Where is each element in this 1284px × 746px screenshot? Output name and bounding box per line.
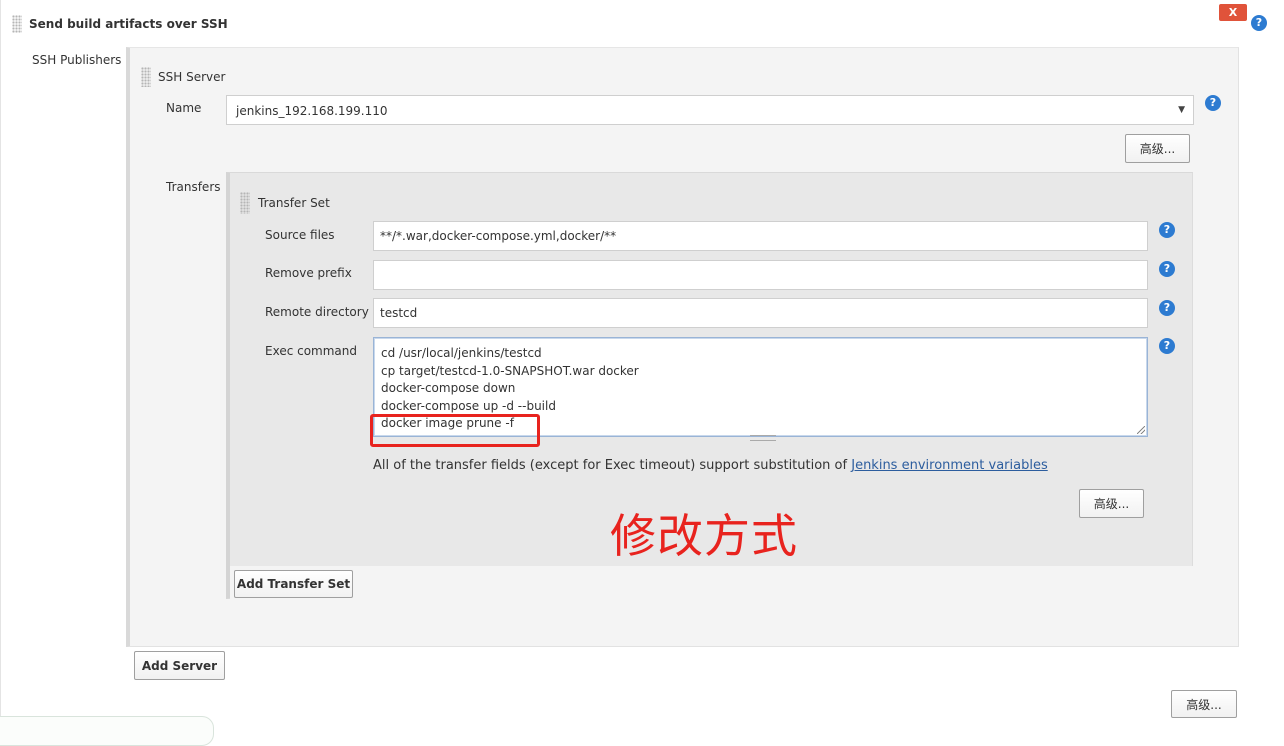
remove-prefix-input[interactable]	[373, 260, 1148, 290]
help-icon[interactable]: ?	[1159, 222, 1175, 238]
annotation-highlight-box	[370, 414, 540, 447]
help-icon[interactable]: ?	[1159, 261, 1175, 277]
server-name-select[interactable]: jenkins_192.168.199.110 ▼	[226, 95, 1194, 125]
drag-handle-icon[interactable]	[12, 15, 22, 33]
close-icon[interactable]: X	[1219, 4, 1247, 21]
server-advanced-button[interactable]: 高级...	[1125, 134, 1190, 163]
bottom-tab	[0, 716, 214, 746]
jenkins-env-vars-link[interactable]: Jenkins environment variables	[851, 458, 1048, 473]
name-label: Name	[166, 101, 202, 115]
exec-command-label: Exec command	[265, 344, 358, 358]
help-icon[interactable]: ?	[1205, 95, 1221, 111]
transfer-set-header: Transfer Set	[258, 196, 330, 210]
server-name-value: jenkins_192.168.199.110	[236, 104, 388, 118]
left-edge-line	[0, 0, 1, 730]
dropdown-arrow-icon: ▼	[1178, 105, 1185, 115]
add-server-button[interactable]: Add Server	[134, 651, 225, 680]
exec-command-line: docker-compose up -d --build	[381, 398, 556, 413]
help-icon[interactable]: ?	[1159, 338, 1175, 354]
remove-prefix-label: Remove prefix	[265, 266, 352, 280]
textarea-drag-handle[interactable]	[750, 435, 776, 441]
exec-command-line: cp target/testcd-1.0-SNAPSHOT.war docker	[381, 363, 639, 378]
add-transfer-set-button[interactable]: Add Transfer Set	[234, 570, 353, 598]
remote-directory-input[interactable]: testcd	[373, 298, 1148, 328]
help-icon[interactable]: ?	[1159, 300, 1175, 316]
footer-advanced-button[interactable]: 高级...	[1171, 690, 1237, 718]
source-files-input[interactable]: **/*.war,docker-compose.yml,docker/**	[373, 221, 1148, 251]
transfer-advanced-button[interactable]: 高级...	[1079, 489, 1144, 518]
exec-command-line: cd /usr/local/jenkins/testcd	[381, 346, 542, 360]
help-icon[interactable]: ?	[1251, 15, 1267, 31]
transfers-label: Transfers	[166, 180, 221, 194]
ssh-publishers-label: SSH Publishers	[32, 53, 122, 67]
substitution-hint: All of the transfer fields (except for E…	[373, 458, 1048, 473]
substitution-hint-text: All of the transfer fields (except for E…	[373, 458, 852, 473]
drag-handle-icon[interactable]	[240, 192, 250, 214]
drag-handle-icon[interactable]	[141, 67, 151, 87]
source-files-label: Source files	[265, 228, 335, 242]
annotation-text: 修改方式	[610, 509, 798, 563]
panel-footer-strip	[230, 566, 1193, 599]
section-title: Send build artifacts over SSH	[29, 17, 228, 31]
ssh-server-header: SSH Server	[158, 70, 226, 84]
exec-command-line: docker-compose down	[381, 381, 516, 396]
remote-directory-label: Remote directory	[265, 305, 369, 319]
resize-handle-icon[interactable]	[1137, 426, 1145, 434]
